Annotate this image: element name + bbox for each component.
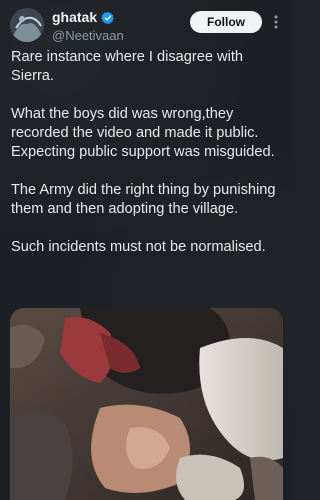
user-handle[interactable]: @Neetivaan xyxy=(52,27,182,44)
display-name-row: ghatak xyxy=(52,9,182,26)
avatar[interactable] xyxy=(10,8,44,42)
post-paragraph: The Army did the right thing by punishin… xyxy=(11,182,276,217)
post-paragraph: Rare instance where I disagree with Sier… xyxy=(11,49,243,84)
post-text: Rare instance where I disagree with Sier… xyxy=(11,48,283,257)
post-header: ghatak @Neetivaan Follow xyxy=(0,0,292,52)
user-info[interactable]: ghatak @Neetivaan xyxy=(52,9,182,44)
display-name[interactable]: ghatak xyxy=(52,9,97,26)
avatar-image xyxy=(10,8,44,42)
post-media-image[interactable] xyxy=(10,308,283,500)
post-paragraph: Such incidents must not be normalised. xyxy=(11,239,266,255)
media-photo xyxy=(10,308,283,500)
more-vertical-icon xyxy=(274,15,278,29)
post-paragraph: What the boys did was wrong,they recorde… xyxy=(11,106,275,160)
follow-button[interactable]: Follow xyxy=(190,11,262,33)
more-options-button[interactable] xyxy=(268,12,284,32)
verified-badge-icon xyxy=(101,11,115,25)
